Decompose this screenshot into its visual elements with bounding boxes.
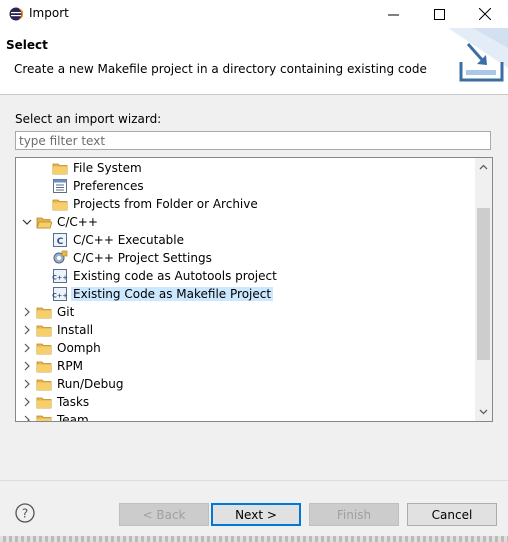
folder-icon xyxy=(36,358,52,374)
wizard-list-label: Select an import wizard: xyxy=(15,112,162,126)
back-button[interactable]: < Back xyxy=(119,503,209,526)
svg-text:C: C xyxy=(57,237,64,247)
tree-scrollbar[interactable] xyxy=(475,158,492,421)
tree-item-label: C/C++ Project Settings xyxy=(73,251,212,265)
tree-item-label: Team xyxy=(57,413,89,422)
tree-category[interactable]: Git xyxy=(16,303,475,321)
chevron-down-icon[interactable] xyxy=(21,216,33,228)
tree-category[interactable]: Install xyxy=(16,321,475,339)
tree-item-label: Oomph xyxy=(57,341,101,355)
cancel-button[interactable]: Cancel xyxy=(407,503,497,526)
tree-item[interactable]: C C/C++ Executable xyxy=(16,231,475,249)
scroll-thumb[interactable] xyxy=(477,208,490,360)
folder-icon xyxy=(36,340,52,356)
close-icon xyxy=(479,8,491,20)
tree-item[interactable]: C++ Existing code as Autotools project xyxy=(16,267,475,285)
folder-icon xyxy=(36,412,52,421)
folder-icon xyxy=(36,304,52,320)
help-icon[interactable]: ? xyxy=(15,503,35,523)
minimize-icon xyxy=(387,14,399,15)
svg-text:C++: C++ xyxy=(52,274,68,282)
eclipse-icon xyxy=(9,7,23,21)
tree-item-label: Preferences xyxy=(73,179,144,193)
tree-item-label: Git xyxy=(57,305,75,319)
button-bar-separator xyxy=(0,480,508,481)
preferences-icon xyxy=(52,178,68,194)
finish-button[interactable]: Finish xyxy=(309,503,399,526)
chevron-right-icon[interactable] xyxy=(21,414,33,421)
chevron-right-icon[interactable] xyxy=(21,342,33,354)
page-description: Create a new Makefile project in a direc… xyxy=(14,62,427,76)
maximize-button[interactable] xyxy=(416,0,462,28)
tree-category[interactable]: RPM xyxy=(16,357,475,375)
tree-item-label: Tasks xyxy=(57,395,90,409)
svg-text:?: ? xyxy=(22,507,28,521)
tree-category[interactable]: Team xyxy=(16,411,475,422)
folder-icon xyxy=(36,376,52,392)
settings-icon xyxy=(52,250,68,266)
tree-item[interactable]: C/C++ Project Settings xyxy=(16,249,475,267)
window-title: Import xyxy=(29,6,69,20)
import-wizard-icon xyxy=(448,28,508,82)
chevron-right-icon[interactable] xyxy=(21,360,33,372)
tree-item[interactable]: File System xyxy=(16,159,475,177)
chevron-right-icon[interactable] xyxy=(21,306,33,318)
tree-category[interactable]: C/C++ xyxy=(16,213,475,231)
wizard-tree[interactable]: File System Preferences Projects from Fold… xyxy=(15,157,493,422)
next-button[interactable]: Next > xyxy=(211,503,301,526)
tree-item-label: Existing code as Autotools project xyxy=(73,269,277,283)
title-bar: Import xyxy=(0,0,508,28)
scroll-down-icon[interactable] xyxy=(479,407,488,416)
chevron-right-icon[interactable] xyxy=(21,324,33,336)
tree-item[interactable]: C++ Existing Code as Makefile Project xyxy=(16,285,475,303)
tree-item-label: Run/Debug xyxy=(57,377,124,391)
screenshot-edge xyxy=(0,536,508,542)
filter-input[interactable] xyxy=(15,131,491,150)
maximize-icon xyxy=(433,8,445,20)
chevron-right-icon[interactable] xyxy=(21,396,33,408)
chevron-right-icon[interactable] xyxy=(21,378,33,390)
minimize-button[interactable] xyxy=(370,0,416,28)
folder-icon xyxy=(52,160,68,176)
tree-item-label: C/C++ xyxy=(57,215,98,229)
tree-item-label: Existing Code as Makefile Project xyxy=(71,287,274,301)
svg-text:C++: C++ xyxy=(52,292,68,300)
tree-item-label: C/C++ Executable xyxy=(73,233,185,247)
page-title: Select xyxy=(6,38,48,52)
tree-category[interactable]: Oomph xyxy=(16,339,475,357)
tree-category[interactable]: Run/Debug xyxy=(16,375,475,393)
folder-icon xyxy=(52,196,68,212)
folder-icon xyxy=(36,322,52,338)
tree-item[interactable]: Preferences xyxy=(16,177,475,195)
tree-item-label: Projects from Folder or Archive xyxy=(73,197,258,211)
tree-item[interactable]: Projects from Folder or Archive xyxy=(16,195,475,213)
tree-category[interactable]: Tasks xyxy=(16,393,475,411)
c-file-icon: C xyxy=(52,232,68,248)
scroll-up-icon[interactable] xyxy=(479,163,488,172)
open-folder-icon xyxy=(36,214,53,230)
cpp-project-icon: C++ xyxy=(52,286,68,302)
tree-item-label: Install xyxy=(57,323,94,337)
tree-item-label: File System xyxy=(73,161,142,175)
cpp-project-icon: C++ xyxy=(52,268,68,284)
folder-icon xyxy=(36,394,52,410)
tree-item-label: RPM xyxy=(57,359,83,373)
close-button[interactable] xyxy=(462,0,508,28)
wizard-banner: Select Create a new Makefile project in … xyxy=(0,28,508,95)
